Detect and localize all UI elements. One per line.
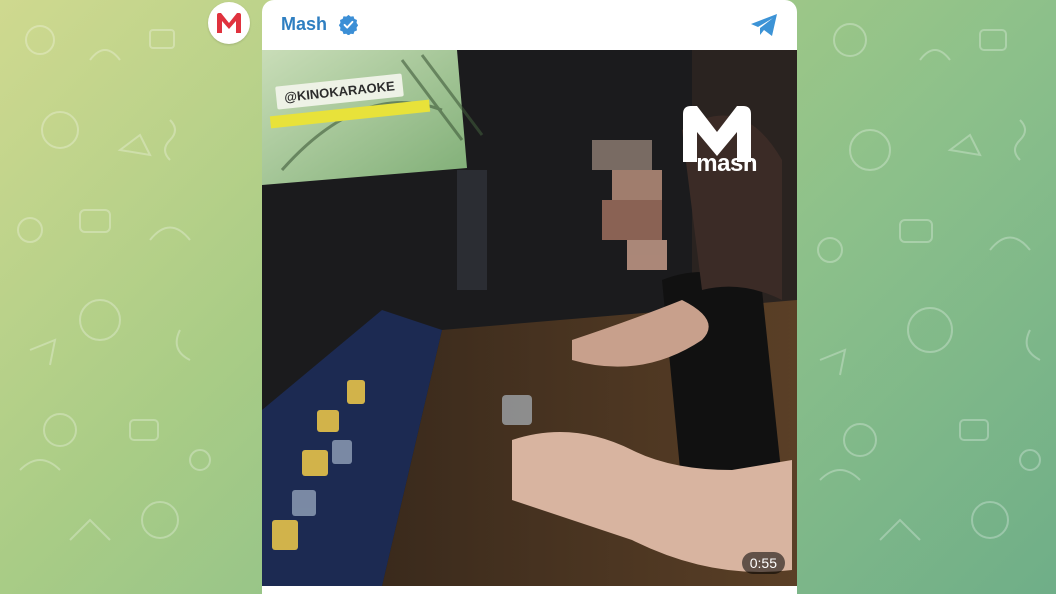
mash-watermark-text: mash [696,150,757,177]
telegram-share-icon[interactable] [749,12,779,38]
post-footer [262,586,797,594]
channel-name[interactable]: Mash [281,14,327,35]
post-header: Mash [262,0,797,50]
video-duration-badge: 0:55 [741,552,785,574]
verified-badge-icon [338,14,359,35]
video-player[interactable]: @KINOKARAOKE mash 0:55 [262,50,797,586]
channel-post: Mash @KINOKARAOKE mash 0:55 [262,0,797,594]
channel-avatar[interactable] [208,2,250,44]
mash-m-logo-icon [217,13,241,33]
